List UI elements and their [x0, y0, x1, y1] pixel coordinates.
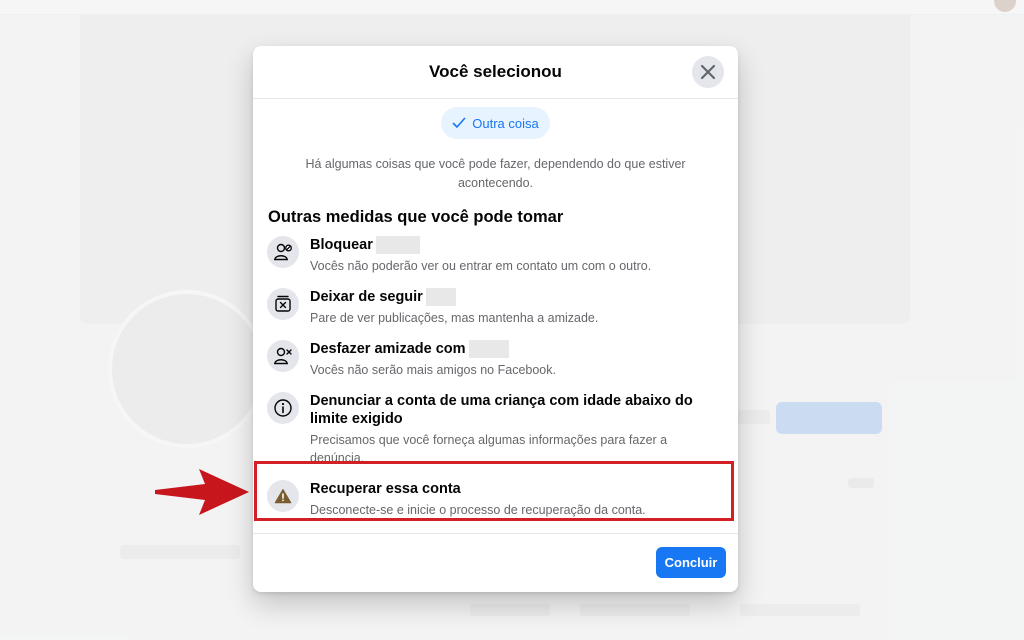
dialog-header: Você selecionou [253, 46, 738, 99]
redacted-name [468, 340, 509, 358]
option-description: Vocês não serão mais amigos no Facebook. [310, 363, 556, 377]
option-block[interactable]: Bloquear Vocês não poderão ver ou entrar… [253, 236, 738, 275]
selected-reason-label: Outra coisa [472, 115, 539, 131]
unfriend-icon [267, 340, 299, 372]
option-unfollow[interactable]: Deixar de seguir Pare de ver publicações… [253, 288, 738, 327]
redacted-name [375, 236, 420, 254]
section-title: Outras medidas que você pode tomar [268, 208, 564, 226]
annotation-arrow-icon [155, 469, 249, 515]
check-icon [452, 117, 466, 128]
intro-text: Há algumas coisas que você pode fazer, d… [305, 157, 686, 190]
footer-divider [253, 533, 738, 534]
option-title: Deixar de seguir [310, 289, 423, 305]
redacted-name [425, 288, 456, 306]
option-unfriend[interactable]: Desfazer amizade com Vocês não serão mai… [253, 340, 738, 379]
option-title: Desfazer amizade com [310, 341, 466, 357]
option-description: Vocês não poderão ver ou entrar em conta… [310, 259, 652, 273]
option-report-underage[interactable]: Denunciar a conta de uma criança com ida… [253, 392, 738, 467]
info-icon [267, 392, 299, 424]
done-button[interactable]: Concluir [656, 547, 726, 578]
dialog-title: Você selecionou [429, 62, 562, 81]
highlight-box [254, 461, 734, 521]
close-button[interactable] [692, 56, 724, 88]
option-title: Bloquear [310, 237, 373, 253]
option-title: Denunciar a conta de uma criança com ida… [310, 393, 693, 427]
report-dialog: Você selecionou Outra coisa Há algumas c… [253, 46, 738, 592]
selected-reason-pill[interactable]: Outra coisa [441, 107, 550, 139]
close-icon [700, 64, 716, 80]
block-user-icon [267, 236, 299, 268]
unfollow-icon [267, 288, 299, 320]
option-description: Pare de ver publicações, mas mantenha a … [310, 311, 599, 325]
